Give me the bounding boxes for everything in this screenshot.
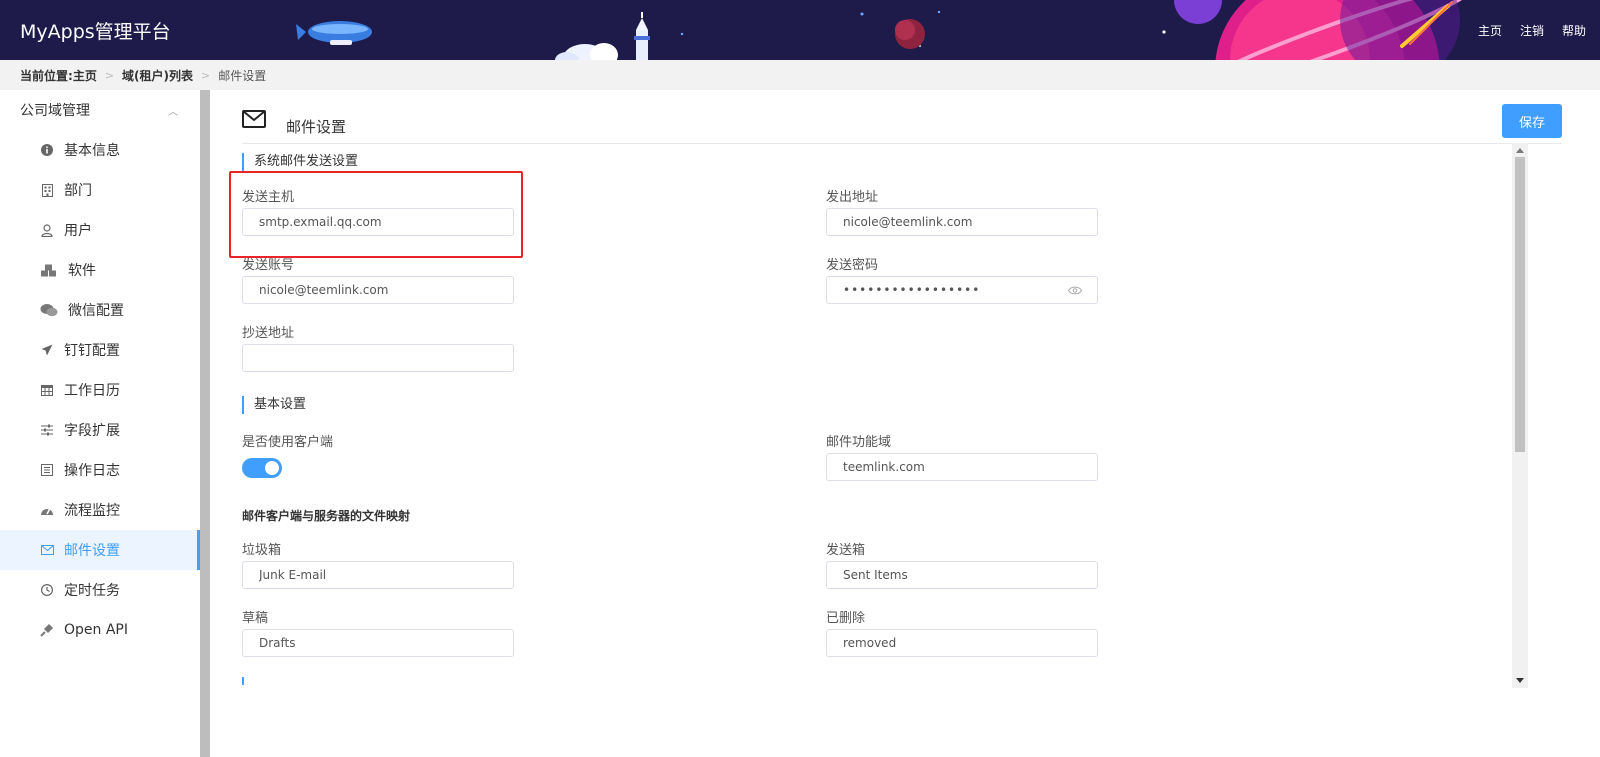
- drafts-input[interactable]: [242, 629, 514, 657]
- panel-header: 邮件设置 保存: [242, 104, 1562, 144]
- sidebar-item-scheduled-tasks[interactable]: 定时任务: [0, 570, 200, 610]
- sidebar-item-label: Open API: [64, 622, 128, 638]
- junk-label: 垃圾箱: [242, 543, 282, 558]
- drafts-label: 草稿: [242, 611, 269, 626]
- sidebar-splitter[interactable]: [200, 90, 210, 757]
- top-nav: 主页 注销 帮助: [1478, 22, 1586, 39]
- sidebar-item-department[interactable]: 部门: [0, 170, 200, 210]
- sidebar-item-label: 邮件设置: [64, 543, 120, 559]
- use-client-label: 是否使用客户端: [242, 435, 334, 450]
- sidebar-item-open-api[interactable]: Open API: [0, 610, 200, 650]
- send-host-label: 发送主机: [242, 190, 295, 205]
- envelope-icon: [242, 110, 266, 128]
- from-address-input[interactable]: [826, 208, 1098, 236]
- section-title-basic-settings: 基本设置: [242, 396, 306, 414]
- from-address-label: 发出地址: [826, 190, 879, 205]
- sidebar-item-label: 钉钉配置: [64, 343, 120, 359]
- nav-home-link[interactable]: 主页: [1478, 22, 1502, 39]
- sidebar-item-label: 基本信息: [64, 143, 120, 159]
- sidebar-group-company-domain[interactable]: 公司域管理 ︿: [0, 90, 200, 130]
- breadcrumb-home[interactable]: 主页: [73, 67, 97, 84]
- app-header: MyApps管理平台 主页 注销 帮助: [0, 0, 1600, 60]
- sent-label: 发送箱: [826, 543, 866, 558]
- send-password-input[interactable]: [826, 276, 1098, 304]
- breadcrumb-separator-icon: >: [104, 68, 115, 82]
- scroll-up-icon[interactable]: [1516, 148, 1524, 153]
- main-panel: 邮件设置 保存 系统邮件发送设置 发送主机 发出地址 发送账号 发送密码 抄送地…: [210, 90, 1600, 757]
- log-icon: [40, 463, 54, 477]
- sidebar-item-label: 流程监控: [64, 503, 120, 519]
- sidebar-item-field-extension[interactable]: 字段扩展: [0, 410, 200, 450]
- deleted-input[interactable]: [826, 629, 1098, 657]
- use-client-toggle[interactable]: [242, 458, 282, 478]
- chevron-up-icon: ︿: [168, 106, 178, 118]
- building-icon: [40, 183, 54, 197]
- info-icon: [40, 143, 54, 157]
- send-host-input[interactable]: [242, 208, 514, 236]
- sidebar-group-label: 公司域管理: [20, 103, 90, 119]
- deleted-label: 已删除: [826, 611, 866, 626]
- save-button[interactable]: 保存: [1502, 104, 1562, 138]
- send-password-label: 发送密码: [826, 258, 879, 273]
- page-title: 邮件设置: [286, 118, 347, 136]
- cubes-icon: [40, 263, 58, 277]
- sidebar-item-calendar[interactable]: 工作日历: [0, 370, 200, 410]
- mapping-title: 邮件客户端与服务器的文件映射: [242, 509, 411, 523]
- sidebar-item-label: 微信配置: [68, 303, 124, 319]
- breadcrumb: 当前位置: 主页 > 域(租户)列表 > 邮件设置: [0, 60, 1600, 90]
- mail-domain-label: 邮件功能域: [826, 435, 892, 450]
- sidebar: 公司域管理 ︿ 基本信息 部门 用户 软件 微信配置 钉钉配置 工作日历 字段扩…: [0, 90, 200, 757]
- sidebar-item-label: 软件: [68, 263, 96, 279]
- plane-icon: [40, 343, 54, 357]
- breadcrumb-domain-list[interactable]: 域(租户)列表: [122, 67, 193, 84]
- sidebar-item-user[interactable]: 用户: [0, 210, 200, 250]
- nav-help-link[interactable]: 帮助: [1562, 22, 1586, 39]
- scroll-thumb[interactable]: [1515, 157, 1525, 452]
- mail-icon: [40, 543, 54, 557]
- section-title-send-settings: 系统邮件发送设置: [242, 153, 358, 171]
- junk-input[interactable]: [242, 561, 514, 589]
- sidebar-item-label: 定时任务: [64, 583, 120, 599]
- section-title-cutoff: [242, 677, 254, 685]
- user-icon: [40, 223, 54, 237]
- header-decoration: [296, 0, 1474, 60]
- dashboard-icon: [40, 503, 54, 517]
- cc-address-input[interactable]: [242, 344, 514, 372]
- sidebar-item-label: 用户: [64, 223, 92, 239]
- sliders-icon: [40, 423, 54, 437]
- send-account-input[interactable]: [242, 276, 514, 304]
- mail-domain-input[interactable]: [826, 453, 1098, 481]
- mail-settings-form: 系统邮件发送设置 发送主机 发出地址 发送账号 发送密码 抄送地址 基本设置 是…: [242, 145, 1534, 685]
- sidebar-item-label: 操作日志: [64, 463, 120, 479]
- form-scrollbar[interactable]: [1512, 143, 1528, 688]
- breadcrumb-separator-icon: >: [201, 68, 211, 82]
- sidebar-item-basic-info[interactable]: 基本信息: [0, 130, 200, 170]
- send-account-label: 发送账号: [242, 258, 295, 273]
- sidebar-item-process-monitor[interactable]: 流程监控: [0, 490, 200, 530]
- app-title: MyApps管理平台: [20, 21, 171, 43]
- sidebar-item-label: 工作日历: [64, 383, 120, 399]
- sidebar-item-software[interactable]: 软件: [0, 250, 200, 290]
- clock-icon: [40, 583, 54, 597]
- sidebar-item-dingtalk[interactable]: 钉钉配置: [0, 330, 200, 370]
- breadcrumb-current: 邮件设置: [218, 68, 267, 83]
- sidebar-item-mail-settings[interactable]: 邮件设置: [0, 530, 200, 570]
- cc-address-label: 抄送地址: [242, 326, 295, 341]
- scroll-down-icon[interactable]: [1516, 678, 1524, 683]
- wechat-icon: [40, 303, 58, 317]
- toggle-knob: [265, 461, 279, 475]
- breadcrumb-prefix: 当前位置:: [20, 68, 73, 83]
- sidebar-item-label: 部门: [64, 183, 92, 199]
- eye-icon[interactable]: [1068, 286, 1082, 295]
- sidebar-item-operation-log[interactable]: 操作日志: [0, 450, 200, 490]
- sidebar-item-label: 字段扩展: [64, 423, 120, 439]
- calendar-icon: [40, 383, 54, 397]
- sent-input[interactable]: [826, 561, 1098, 589]
- sidebar-item-wechat[interactable]: 微信配置: [0, 290, 200, 330]
- plug-icon: [40, 623, 54, 637]
- nav-logout-link[interactable]: 注销: [1520, 22, 1544, 39]
